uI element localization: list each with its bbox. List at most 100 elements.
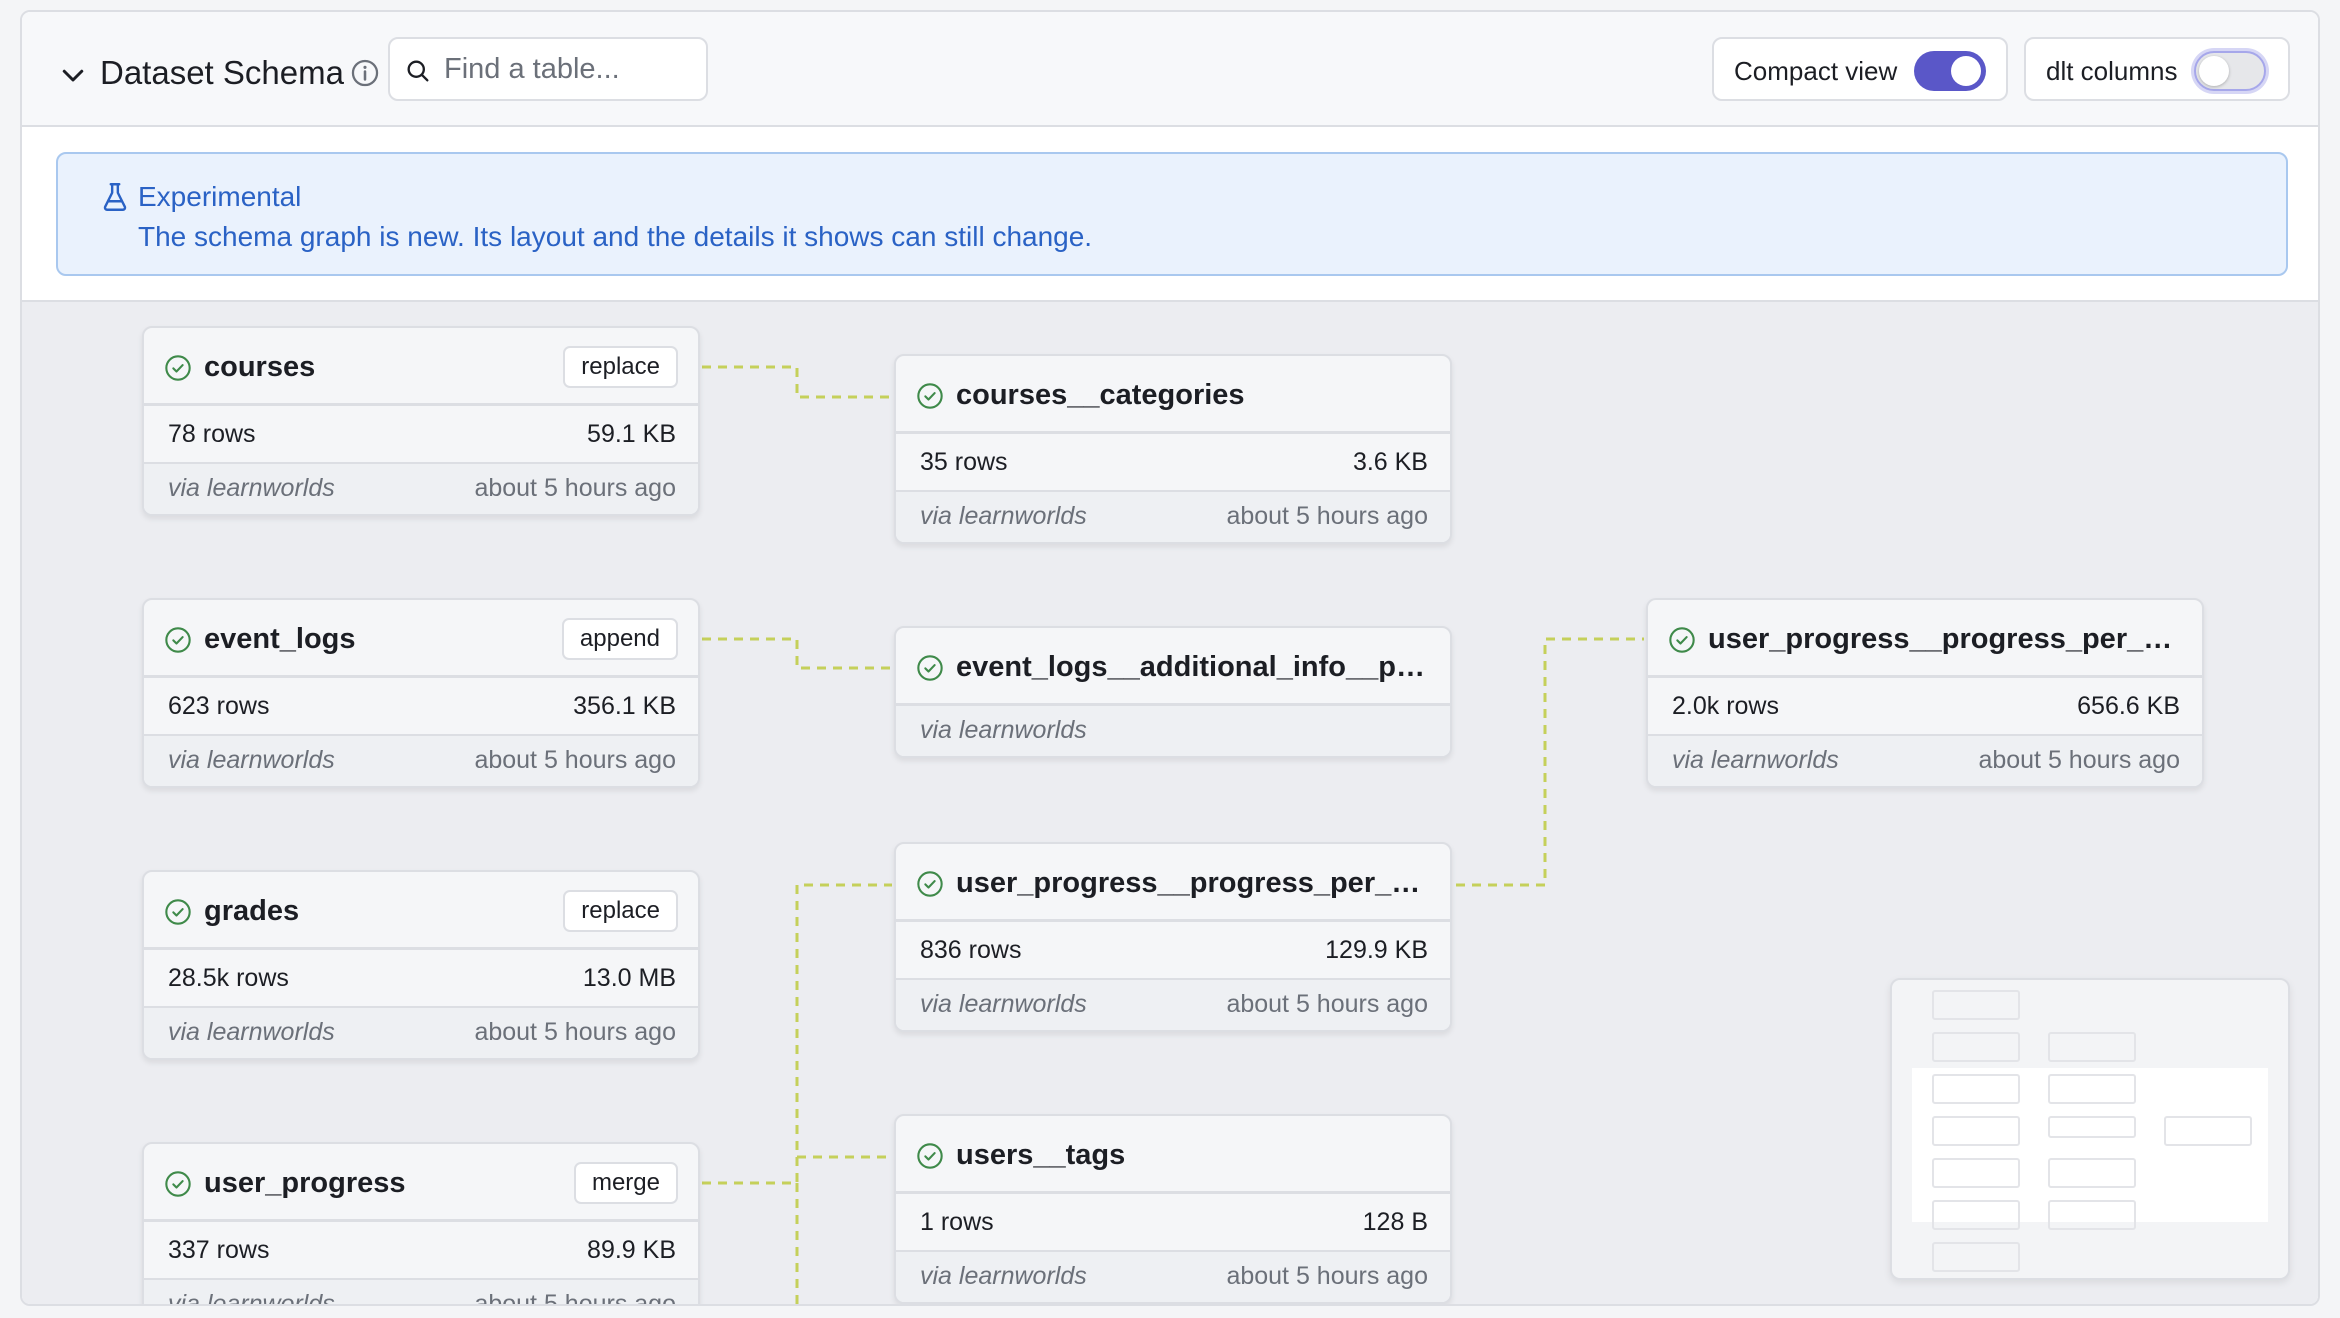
node-header: event_logs append <box>144 600 698 678</box>
check-circle-icon <box>917 655 943 681</box>
minimap-node <box>1932 1158 2020 1188</box>
table-node-courses-categories[interactable]: courses__categories 35 rows 3.6 KB via l… <box>894 354 1452 544</box>
source-label: via learnworlds <box>1672 746 1839 774</box>
table-node-user-progress-progress-per-section-nested[interactable]: user_progress__progress_per_se... 2.0k r… <box>1646 598 2204 788</box>
node-header: user_progress__progress_per_se... <box>896 844 1450 922</box>
table-name: courses__categories <box>956 379 1245 411</box>
minimap-node <box>1932 1242 2020 1272</box>
minimap-node <box>2048 1032 2136 1062</box>
source-label: via learnworlds <box>168 746 335 774</box>
dataset-schema-panel: Dataset Schema Compact view dlt columns … <box>20 10 2320 1306</box>
check-circle-icon <box>165 355 191 381</box>
node-meta: via learnworlds about 5 hours ago <box>144 1280 698 1306</box>
dlt-columns-label: dlt columns <box>2046 56 2178 86</box>
table-name: user_progress <box>204 1167 406 1199</box>
node-meta: via learnworlds about 5 hours ago <box>144 464 698 514</box>
table-node-user-progress[interactable]: user_progress merge 337 rows 89.9 KB via… <box>142 1142 700 1306</box>
node-stats: 836 rows 129.9 KB <box>896 922 1450 980</box>
node-meta: via learnworlds about 5 hours ago <box>896 492 1450 542</box>
table-node-event-logs[interactable]: event_logs append 623 rows 356.1 KB via … <box>142 598 700 788</box>
node-header: users__tags <box>896 1116 1450 1194</box>
check-circle-icon <box>917 1143 943 1169</box>
updated-time: about 5 hours ago <box>1226 990 1428 1018</box>
minimap[interactable] <box>1890 978 2290 1280</box>
row-count: 28.5k rows <box>168 964 289 992</box>
edge-progress-per-section-nested <box>1456 637 1644 887</box>
write-disposition-badge: replace <box>563 890 678 932</box>
source-label: via learnworlds <box>920 502 1087 530</box>
table-name: event_logs <box>204 623 356 655</box>
table-size: 129.9 KB <box>1325 936 1428 964</box>
dlt-columns-toggle[interactable]: dlt columns <box>2024 37 2290 101</box>
node-meta: via learnworlds about 5 hours ago <box>144 1008 698 1058</box>
table-size: 59.1 KB <box>587 420 676 448</box>
minimap-node <box>1932 990 2020 1020</box>
check-circle-icon <box>165 899 191 925</box>
node-header: courses replace <box>144 328 698 406</box>
row-count: 35 rows <box>920 448 1008 476</box>
table-node-grades[interactable]: grades replace 28.5k rows 13.0 MB via le… <box>142 870 700 1060</box>
updated-time: about 5 hours ago <box>474 474 676 502</box>
node-stats: 1 rows 128 B <box>896 1194 1450 1252</box>
node-stats: 2.0k rows 656.6 KB <box>1648 678 2202 736</box>
table-node-event-logs-additional-info[interactable]: event_logs__additional_info__pro... via … <box>894 626 1452 758</box>
node-stats: 337 rows 89.9 KB <box>144 1222 698 1280</box>
table-node-courses[interactable]: courses replace 78 rows 59.1 KB via lear… <box>142 326 700 516</box>
dlt-columns-switch[interactable] <box>2194 51 2266 91</box>
minimap-node <box>2164 1116 2252 1146</box>
compact-view-switch[interactable] <box>1914 51 1986 91</box>
node-header: courses__categories <box>896 356 1450 434</box>
info-icon[interactable] <box>348 56 382 90</box>
table-name: user_progress__progress_per_se... <box>1708 623 2188 655</box>
row-count: 836 rows <box>920 936 1022 964</box>
updated-time: about 5 hours ago <box>1226 502 1428 530</box>
source-label: via learnworlds <box>168 474 335 502</box>
compact-view-toggle[interactable]: Compact view <box>1712 37 2008 101</box>
row-count: 78 rows <box>168 420 256 448</box>
node-stats: 35 rows 3.6 KB <box>896 434 1450 492</box>
check-circle-icon <box>917 383 943 409</box>
source-label: via learnworlds <box>920 990 1087 1018</box>
row-count: 2.0k rows <box>1672 692 1779 720</box>
schema-graph-canvas[interactable]: courses replace 78 rows 59.1 KB via lear… <box>22 300 2318 1306</box>
updated-time: about 5 hours ago <box>474 1290 676 1306</box>
table-search-input[interactable] <box>444 49 694 89</box>
row-count: 337 rows <box>168 1236 270 1264</box>
updated-time: about 5 hours ago <box>474 746 676 774</box>
table-name: users__tags <box>956 1139 1126 1171</box>
edge-event-logs-additional-info <box>702 637 892 670</box>
table-size: 13.0 MB <box>582 964 676 992</box>
table-node-user-progress-progress-per-section[interactable]: user_progress__progress_per_se... 836 ro… <box>894 842 1452 1032</box>
source-label: via learnworlds <box>168 1018 335 1046</box>
banner-title: Experimental <box>138 181 302 212</box>
node-meta: via learnworlds about 5 hours ago <box>896 980 1450 1030</box>
experimental-banner: Experimental The schema graph is new. It… <box>56 152 2288 276</box>
check-circle-icon <box>165 1171 191 1197</box>
node-stats: 28.5k rows 13.0 MB <box>144 950 698 1008</box>
chevron-down-icon[interactable] <box>58 60 88 90</box>
table-size: 656.6 KB <box>2077 692 2180 720</box>
check-circle-icon <box>165 627 191 653</box>
check-circle-icon <box>1669 627 1695 653</box>
table-size: 128 B <box>1362 1208 1428 1236</box>
table-size: 89.9 KB <box>587 1236 676 1264</box>
minimap-node <box>1932 1032 2020 1062</box>
banner-text: The schema graph is new. Its layout and … <box>138 221 1093 252</box>
node-header: event_logs__additional_info__pro... <box>896 628 1450 706</box>
node-header: grades replace <box>144 872 698 950</box>
check-circle-icon <box>917 871 943 897</box>
table-node-users-tags[interactable]: users__tags 1 rows 128 B via learnworlds… <box>894 1114 1452 1304</box>
compact-view-label: Compact view <box>1734 56 1898 86</box>
switch-knob <box>2199 56 2229 86</box>
minimap-node <box>2048 1116 2136 1138</box>
node-meta: via learnworlds about 5 hours ago <box>144 736 698 786</box>
source-label: via learnworlds <box>920 1262 1087 1290</box>
minimap-node <box>1932 1116 2020 1146</box>
table-search[interactable] <box>388 37 708 101</box>
node-meta: via learnworlds about 5 hours ago <box>1648 736 2202 786</box>
edge-user-progress-progress-per-section <box>702 883 892 1185</box>
table-size: 356.1 KB <box>573 692 676 720</box>
node-stats: 623 rows 356.1 KB <box>144 678 698 736</box>
table-name: event_logs__additional_info__pro... <box>956 651 1436 683</box>
row-count: 1 rows <box>920 1208 994 1236</box>
